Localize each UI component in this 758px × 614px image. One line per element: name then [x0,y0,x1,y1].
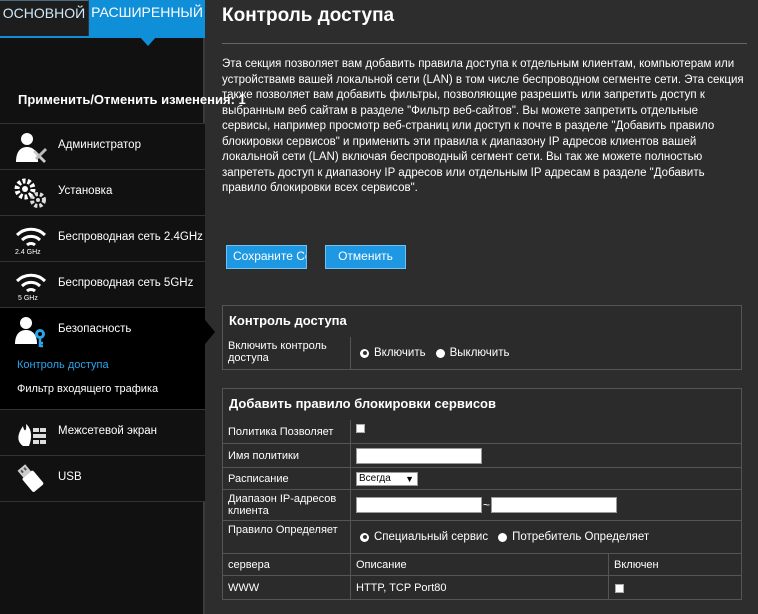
sidebar-item-wireless-24ghz[interactable]: 2.4 GHz Беспроводная сеть 2.4GHz [0,216,205,262]
policy-name-row: Имя политики [222,444,742,468]
page-description: Эта секция позволяет вам добавить правил… [222,58,744,194]
sidebar-item-firewall[interactable]: Межсетевой экран [0,410,205,456]
rule-defines-row: Правило Определяет Специальный сервис По… [222,521,742,554]
sidebar-item-label: Администратор [58,139,141,151]
ip-range-end-input[interactable] [491,497,618,513]
access-control-panel: Контроль доступа Включить контроль досту… [222,305,742,370]
panel-heading: Добавить правило блокировки сервисов [222,388,742,420]
wifi-band-label: 2.4 GHz [15,249,41,256]
radio-special-service[interactable] [360,532,369,542]
radio-enable-label: Включить [374,347,426,359]
policy-name-label: Имя политики [223,444,351,467]
cancel-button[interactable]: Отменить [325,245,406,269]
policy-allow-row: Политика Позволяет [222,420,742,444]
dropdown-arrow-icon: ▼ [405,473,414,484]
wifi-band-label: 5 GHz [18,295,38,302]
radio-disable[interactable] [435,348,445,358]
service-enabled-checkbox[interactable] [615,584,624,593]
sidebar: ОСНОВНОЙ РАСШИРЕННЫЙ Применить/Отменить … [0,0,246,614]
ip-range-label: Диапазон IP-адресов клиента [223,490,351,520]
sidebar-item-label: Безопасность [58,323,132,335]
block-service-rule-panel: Добавить правило блокировки сервисов Пол… [222,388,742,600]
services-table-header: сервера Описание Включен [222,554,742,576]
sidebar-item-label: Беспроводная сеть 2.4GHz [58,231,203,243]
sidebar-item-setup[interactable]: Установка [0,170,205,216]
policy-name-input[interactable] [356,447,482,464]
radio-disable-label: Выключить [449,347,510,359]
enable-access-options: Включить Выключить [351,337,741,369]
ip-range-start-input[interactable] [356,497,482,513]
schedule-select[interactable]: Всегда ▼ [356,471,418,486]
firewall-icon [18,424,46,446]
security-key-icon [15,317,45,348]
usb-icon [17,464,44,492]
rule-defines-label: Правило Определяет [223,521,351,553]
save-button[interactable]: Сохраните Сохраните [226,245,307,269]
schedule-label: Расписание [223,468,351,489]
schedule-selected-value: Всегда [359,472,391,484]
policy-allow-label: Политика Позволяет [223,420,351,443]
service-description-cell: HTTP, TCP Port80 [351,576,609,599]
sidebar-item-security[interactable]: Безопасность Контроль доступа Фильтр вхо… [0,308,215,410]
column-header-description: Описание [351,554,609,575]
mode-tabs: ОСНОВНОЙ РАСШИРЕННЫЙ [0,0,205,46]
sidebar-item-label: Межсетевой экран [58,425,158,437]
sidebar-menu: Администратор Установка 2.4 GHz Беспрово… [0,124,215,502]
service-enabled-cell [609,576,741,599]
tab-underline [0,36,205,38]
sidebar-item-administrator[interactable]: Администратор [0,124,205,170]
page-title: Контроль доступа [222,5,395,26]
radio-enable[interactable] [360,348,369,358]
radio-special-service-label: Специальный сервис [374,531,489,543]
sidebar-item-usb[interactable]: USB [0,456,205,502]
tab-advanced[interactable]: РАСШИРЕННЫЙ [89,0,205,46]
main-content: Контроль доступа Эта секция позволяет ва… [207,0,758,614]
schedule-row: Расписание Всегда ▼ [222,468,742,490]
radio-user-defined-label: Потребитель Определяет [512,531,650,543]
sidebar-item-label: Беспроводная сеть 5GHz [58,277,194,289]
ip-range-row: Диапазон IP-адресов клиента ~ [222,490,742,521]
enable-access-row: Включить контроль доступа Включить Выклю… [222,337,742,370]
admin-tools-icon [16,133,48,163]
column-header-server: сервера [223,554,351,575]
sidebar-subitem-access-control[interactable]: Контроль доступа [17,359,109,371]
gears-icon [14,178,46,208]
panel-heading: Контроль доступа [222,305,742,337]
tab-basic[interactable]: ОСНОВНОЙ [0,0,89,36]
sidebar-subitem-inbound-filter[interactable]: Фильтр входящего трафика [17,383,158,395]
sidebar-item-wireless-5ghz[interactable]: 5 GHz Беспроводная сеть 5GHz [0,262,205,308]
radio-user-defined[interactable] [498,532,508,542]
column-header-enabled: Включен [614,559,659,571]
service-server-cell: WWW [223,576,351,599]
table-row: WWW HTTP, TCP Port80 [222,576,742,600]
sidebar-item-label: Установка [58,185,113,197]
sidebar-item-label: USB [58,471,82,483]
title-divider [222,43,747,44]
enable-access-label: Включить контроль доступа [223,337,351,369]
range-separator: ~ [483,498,491,512]
policy-allow-checkbox[interactable] [356,424,365,433]
